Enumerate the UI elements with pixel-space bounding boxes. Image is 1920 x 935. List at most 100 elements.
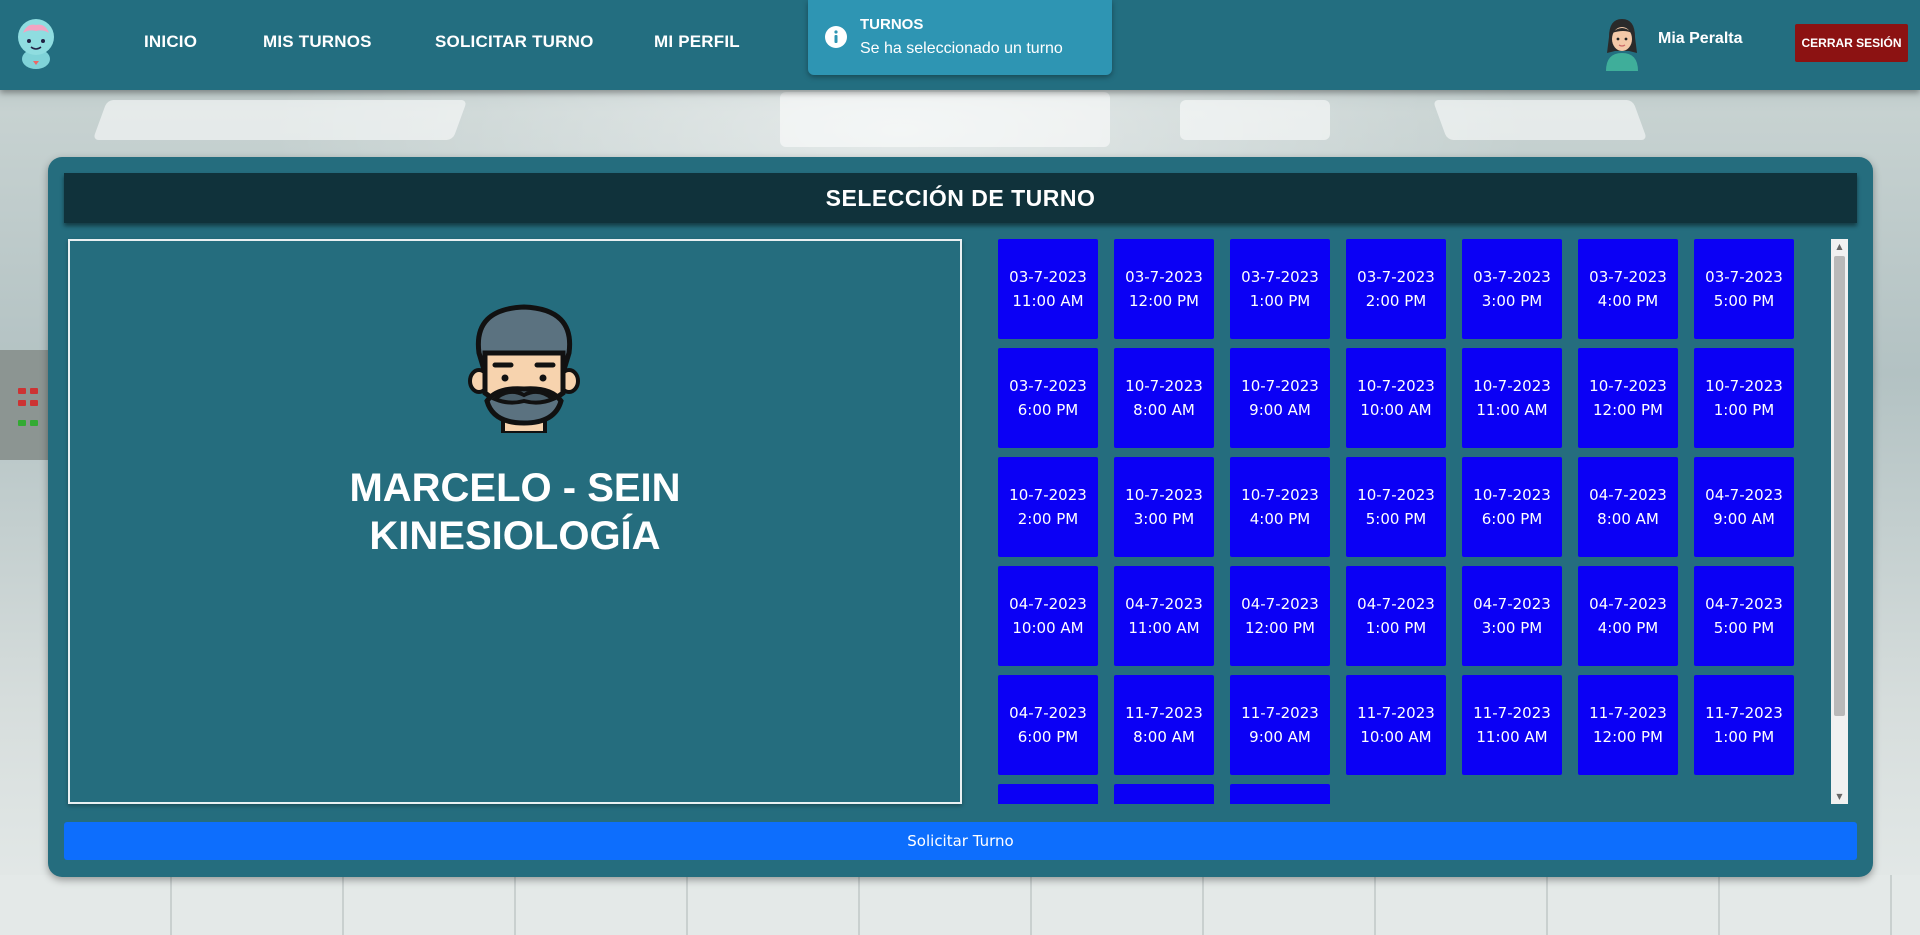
- slot-date: 04-7-2023: [1009, 595, 1087, 613]
- slot-date: 10-7-2023: [1589, 377, 1667, 395]
- slot-button[interactable]: [1230, 784, 1330, 804]
- logout-button[interactable]: CERRAR SESIÓN: [1795, 24, 1908, 62]
- slot-time: 6:00 PM: [1017, 401, 1079, 419]
- slot-time: 3:00 PM: [1481, 292, 1543, 310]
- slot-button[interactable]: 04-7-2023 1:00 PM: [1346, 566, 1446, 666]
- scroll-up-arrow-icon[interactable]: ▲: [1831, 239, 1848, 254]
- slot-button[interactable]: 03-7-2023 2:00 PM: [1346, 239, 1446, 339]
- nav-item-solicitar-turno[interactable]: SOLICITAR TURNO: [435, 32, 594, 52]
- slot-button[interactable]: 03-7-2023 1:00 PM: [1230, 239, 1330, 339]
- slot-date: 03-7-2023: [1125, 268, 1203, 286]
- slot-time: 9:00 AM: [1713, 510, 1775, 528]
- slot-time: 2:00 PM: [1017, 510, 1079, 528]
- slots-grid: 03-7-2023 11:00 AM 03-7-2023 12:00 PM 03-7-2…: [998, 239, 1818, 804]
- slot-date: 03-7-2023: [1357, 268, 1435, 286]
- slot-button[interactable]: 03-7-2023 11:00 AM: [998, 239, 1098, 339]
- slot-button[interactable]: 10-7-2023 12:00 PM: [1578, 348, 1678, 448]
- scroll-down-arrow-icon[interactable]: ▼: [1831, 789, 1848, 804]
- slot-date: 10-7-2023: [1241, 377, 1319, 395]
- slot-time: 2:00 PM: [1365, 292, 1427, 310]
- slot-button[interactable]: [1114, 784, 1214, 804]
- slot-time: 5:00 PM: [1713, 619, 1775, 637]
- slot-button[interactable]: 10-7-2023 6:00 PM: [1462, 457, 1562, 557]
- slot-time: 12:00 PM: [1593, 728, 1663, 746]
- slot-time: 4:00 PM: [1597, 292, 1659, 310]
- doctor-card: MARCELO - SEIN KINESIOLOGÍA: [68, 239, 962, 804]
- user-avatar-icon[interactable]: [1600, 15, 1644, 71]
- slot-date: 10-7-2023: [1125, 486, 1203, 504]
- slot-button[interactable]: 10-7-2023 8:00 AM: [1114, 348, 1214, 448]
- slot-button[interactable]: 04-7-2023 3:00 PM: [1462, 566, 1562, 666]
- slot-button[interactable]: 04-7-2023 11:00 AM: [1114, 566, 1214, 666]
- slot-date: 04-7-2023: [1705, 486, 1783, 504]
- slot-button[interactable]: 10-7-2023 4:00 PM: [1230, 457, 1330, 557]
- slot-date: 11-7-2023: [1125, 704, 1203, 722]
- panel-title: SELECCIÓN DE TURNO: [64, 173, 1857, 223]
- background-lamp: [1180, 100, 1330, 140]
- slot-time: 4:00 PM: [1597, 619, 1659, 637]
- slot-button[interactable]: 03-7-2023 12:00 PM: [1114, 239, 1214, 339]
- slot-date: 03-7-2023: [1473, 268, 1551, 286]
- slots-scrollbar[interactable]: ▲ ▼: [1831, 239, 1848, 804]
- slot-date: 04-7-2023: [1125, 595, 1203, 613]
- slot-date: 04-7-2023: [1009, 704, 1087, 722]
- slot-button[interactable]: 04-7-2023 12:00 PM: [1230, 566, 1330, 666]
- slot-button[interactable]: 10-7-2023 2:00 PM: [998, 457, 1098, 557]
- slot-button[interactable]: 10-7-2023 3:00 PM: [1114, 457, 1214, 557]
- slot-date: 10-7-2023: [1473, 486, 1551, 504]
- slot-button[interactable]: 04-7-2023 5:00 PM: [1694, 566, 1794, 666]
- slot-button[interactable]: 11-7-2023 9:00 AM: [1230, 675, 1330, 775]
- slot-date: 10-7-2023: [1357, 486, 1435, 504]
- slot-date: 03-7-2023: [1705, 268, 1783, 286]
- brain-mascot-icon[interactable]: [12, 15, 60, 71]
- slot-button[interactable]: 03-7-2023 4:00 PM: [1578, 239, 1678, 339]
- background-lamp: [92, 100, 468, 140]
- slot-button[interactable]: 10-7-2023 1:00 PM: [1694, 348, 1794, 448]
- doctor-name: MARCELO - SEIN: [349, 466, 681, 510]
- slot-time: 1:00 PM: [1249, 292, 1311, 310]
- nav-item-mis-turnos[interactable]: MIS TURNOS: [263, 32, 372, 52]
- slot-time: 6:00 PM: [1481, 510, 1543, 528]
- background-wall-panel: [0, 350, 48, 460]
- slot-button[interactable]: 11-7-2023 11:00 AM: [1462, 675, 1562, 775]
- slot-button[interactable]: 11-7-2023 10:00 AM: [1346, 675, 1446, 775]
- slot-button[interactable]: 10-7-2023 5:00 PM: [1346, 457, 1446, 557]
- slot-time: 6:00 PM: [1017, 728, 1079, 746]
- nav-item-mi-perfil[interactable]: MI PERFIL: [654, 32, 740, 52]
- scroll-thumb[interactable]: [1834, 256, 1845, 716]
- slot-button[interactable]: 03-7-2023 5:00 PM: [1694, 239, 1794, 339]
- slot-date: 04-7-2023: [1589, 595, 1667, 613]
- slot-button[interactable]: 11-7-2023 8:00 AM: [1114, 675, 1214, 775]
- slot-time: 11:00 AM: [1128, 619, 1200, 637]
- slot-time: 4:00 PM: [1249, 510, 1311, 528]
- slot-button[interactable]: 04-7-2023 9:00 AM: [1694, 457, 1794, 557]
- request-appointment-button[interactable]: Solicitar Turno: [64, 822, 1857, 860]
- slot-button[interactable]: 11-7-2023 12:00 PM: [1578, 675, 1678, 775]
- slot-button[interactable]: [998, 784, 1098, 804]
- slot-time: 12:00 PM: [1593, 401, 1663, 419]
- slot-date: 11-7-2023: [1241, 704, 1319, 722]
- slots-scroll-area[interactable]: 03-7-2023 11:00 AM 03-7-2023 12:00 PM 03-7-2…: [998, 239, 1848, 804]
- slot-button[interactable]: 10-7-2023 9:00 AM: [1230, 348, 1330, 448]
- nav-item-inicio[interactable]: INICIO: [144, 32, 197, 52]
- slot-time: 10:00 AM: [1360, 401, 1432, 419]
- slot-date: 03-7-2023: [1241, 268, 1319, 286]
- slot-button[interactable]: 03-7-2023 6:00 PM: [998, 348, 1098, 448]
- slot-button[interactable]: 10-7-2023 11:00 AM: [1462, 348, 1562, 448]
- toast-title: TURNOS: [860, 16, 924, 33]
- slot-button[interactable]: 11-7-2023 1:00 PM: [1694, 675, 1794, 775]
- slot-time: 8:00 AM: [1133, 401, 1195, 419]
- slot-date: 04-7-2023: [1705, 595, 1783, 613]
- slot-button[interactable]: 04-7-2023 6:00 PM: [998, 675, 1098, 775]
- slot-button[interactable]: 04-7-2023 10:00 AM: [998, 566, 1098, 666]
- slot-date: 10-7-2023: [1125, 377, 1203, 395]
- user-name: Mia Peralta: [1658, 30, 1743, 47]
- background-lamp: [1432, 100, 1648, 140]
- slot-button[interactable]: 10-7-2023 10:00 AM: [1346, 348, 1446, 448]
- slot-button[interactable]: 04-7-2023 4:00 PM: [1578, 566, 1678, 666]
- slot-button[interactable]: 04-7-2023 8:00 AM: [1578, 457, 1678, 557]
- toast-message: Se ha seleccionado un turno: [860, 40, 1063, 57]
- slot-time: 8:00 AM: [1133, 728, 1195, 746]
- slot-button[interactable]: 03-7-2023 3:00 PM: [1462, 239, 1562, 339]
- slot-time: 10:00 AM: [1012, 619, 1084, 637]
